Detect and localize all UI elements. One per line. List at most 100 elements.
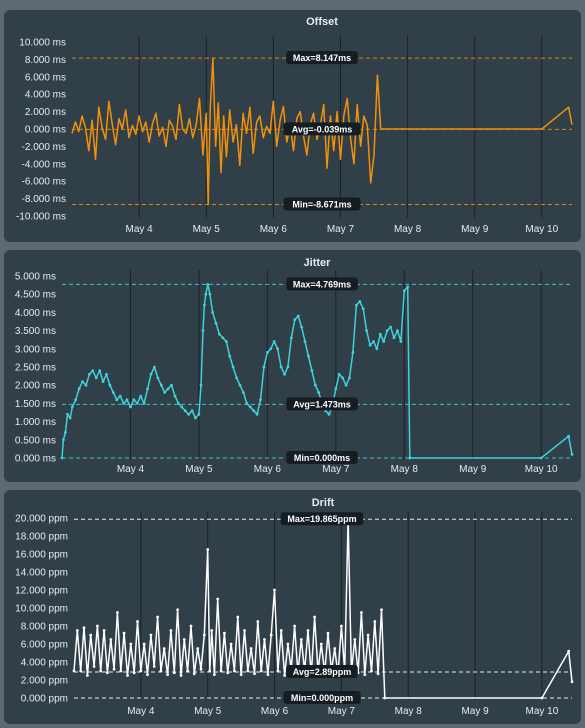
data-point (201, 329, 205, 332)
data-point (136, 620, 139, 623)
data-point (89, 633, 93, 637)
data-point (206, 548, 210, 551)
data-point (402, 289, 406, 292)
data-point (378, 332, 382, 336)
x-tick-label: May 10 (525, 224, 558, 235)
y-tick-label: 0.000 ms (25, 125, 66, 136)
data-point (361, 307, 365, 311)
data-point (375, 347, 379, 351)
data-point (372, 340, 375, 343)
y-tick-label: 10.000 ppm (15, 604, 68, 615)
data-point (326, 631, 330, 635)
drift-panel: Drift May 4 May 5 May 6 May 7 May 8 May 9 May 1… (4, 490, 581, 724)
data-point (370, 669, 373, 673)
data-point (283, 372, 286, 376)
data-point (286, 642, 290, 646)
x-tick-label: May 9 (461, 706, 489, 717)
reference-label: Min=-8.671ms (292, 199, 351, 209)
x-tick-label: May 7 (322, 464, 350, 475)
data-point (139, 394, 143, 398)
y-tick-label: 2.000 ms (15, 381, 56, 392)
data-point (119, 669, 123, 673)
data-point (235, 376, 239, 380)
data-point (334, 387, 338, 391)
data-point (399, 340, 403, 343)
data-point (351, 351, 355, 354)
data-point (300, 325, 303, 329)
reference-label: Min=0.000ppm (291, 693, 353, 703)
data-point (125, 398, 129, 402)
data-point (72, 669, 76, 673)
data-point (389, 325, 392, 329)
data-point (116, 611, 119, 614)
reference-label: Max=19.865ppm (287, 514, 356, 524)
data-point (408, 456, 412, 460)
data-point (262, 365, 266, 369)
data-point (238, 383, 242, 387)
data-point (186, 669, 190, 673)
y-tick-label: 2.500 ms (15, 363, 56, 374)
data-point (246, 669, 250, 673)
data-point (567, 649, 571, 653)
drift-chart: Drift May 4 May 5 May 6 May 7 May 8 May 9 May 1… (15, 497, 574, 717)
data-point (126, 674, 129, 677)
data-point (307, 354, 310, 358)
data-point (197, 412, 201, 416)
y-tick-label: -6.000 ms (22, 177, 66, 188)
y-tick-label: 16.000 ppm (15, 550, 68, 561)
data-point (84, 383, 88, 387)
data-point (376, 672, 380, 676)
reference-label: Avg=-0.039ms (292, 124, 352, 134)
data-point (62, 438, 65, 442)
data-point (88, 372, 91, 376)
data-point (218, 332, 221, 336)
data-point (60, 456, 64, 460)
series-line (61, 283, 573, 459)
data-point (86, 674, 89, 677)
data-point (269, 347, 273, 351)
reference-label: Min=0.000ms (294, 453, 350, 463)
data-point (341, 376, 345, 380)
data-point (383, 696, 387, 700)
data-point (242, 391, 245, 394)
x-tick-label: May 8 (391, 464, 419, 475)
data-point (223, 631, 226, 635)
data-point (228, 354, 232, 358)
data-point (299, 638, 303, 641)
data-point (210, 629, 214, 632)
data-point (152, 665, 156, 668)
data-point (353, 638, 357, 641)
data-point (98, 369, 102, 372)
data-point (360, 611, 363, 614)
data-point (233, 669, 236, 673)
x-tick-label: May 5 (194, 706, 222, 717)
data-point (317, 391, 321, 394)
data-point (77, 387, 81, 391)
data-point (192, 672, 196, 676)
data-point (266, 673, 270, 676)
data-point (99, 669, 103, 673)
data-point (283, 674, 286, 677)
data-point (229, 642, 233, 646)
data-point (122, 402, 125, 405)
data-point (373, 620, 377, 623)
data-point (180, 405, 184, 409)
y-tick-label: 12.000 ppm (15, 586, 68, 597)
y-tick-label: 0.500 ms (15, 435, 56, 446)
data-point (149, 372, 153, 376)
data-point (213, 673, 216, 676)
data-point (313, 383, 317, 387)
data-point (243, 629, 246, 632)
data-point (182, 638, 186, 641)
data-point (296, 314, 300, 318)
data-point (226, 671, 230, 675)
data-point (101, 380, 105, 383)
y-tick-label: 4.000 ms (25, 90, 66, 101)
data-point (75, 629, 79, 632)
data-point (122, 631, 126, 635)
y-tick-label: 20.000 ppm (15, 514, 68, 525)
data-point (276, 669, 280, 673)
y-tick-label: 6.000 ms (25, 72, 66, 83)
data-point (105, 372, 108, 376)
data-point (142, 642, 146, 646)
